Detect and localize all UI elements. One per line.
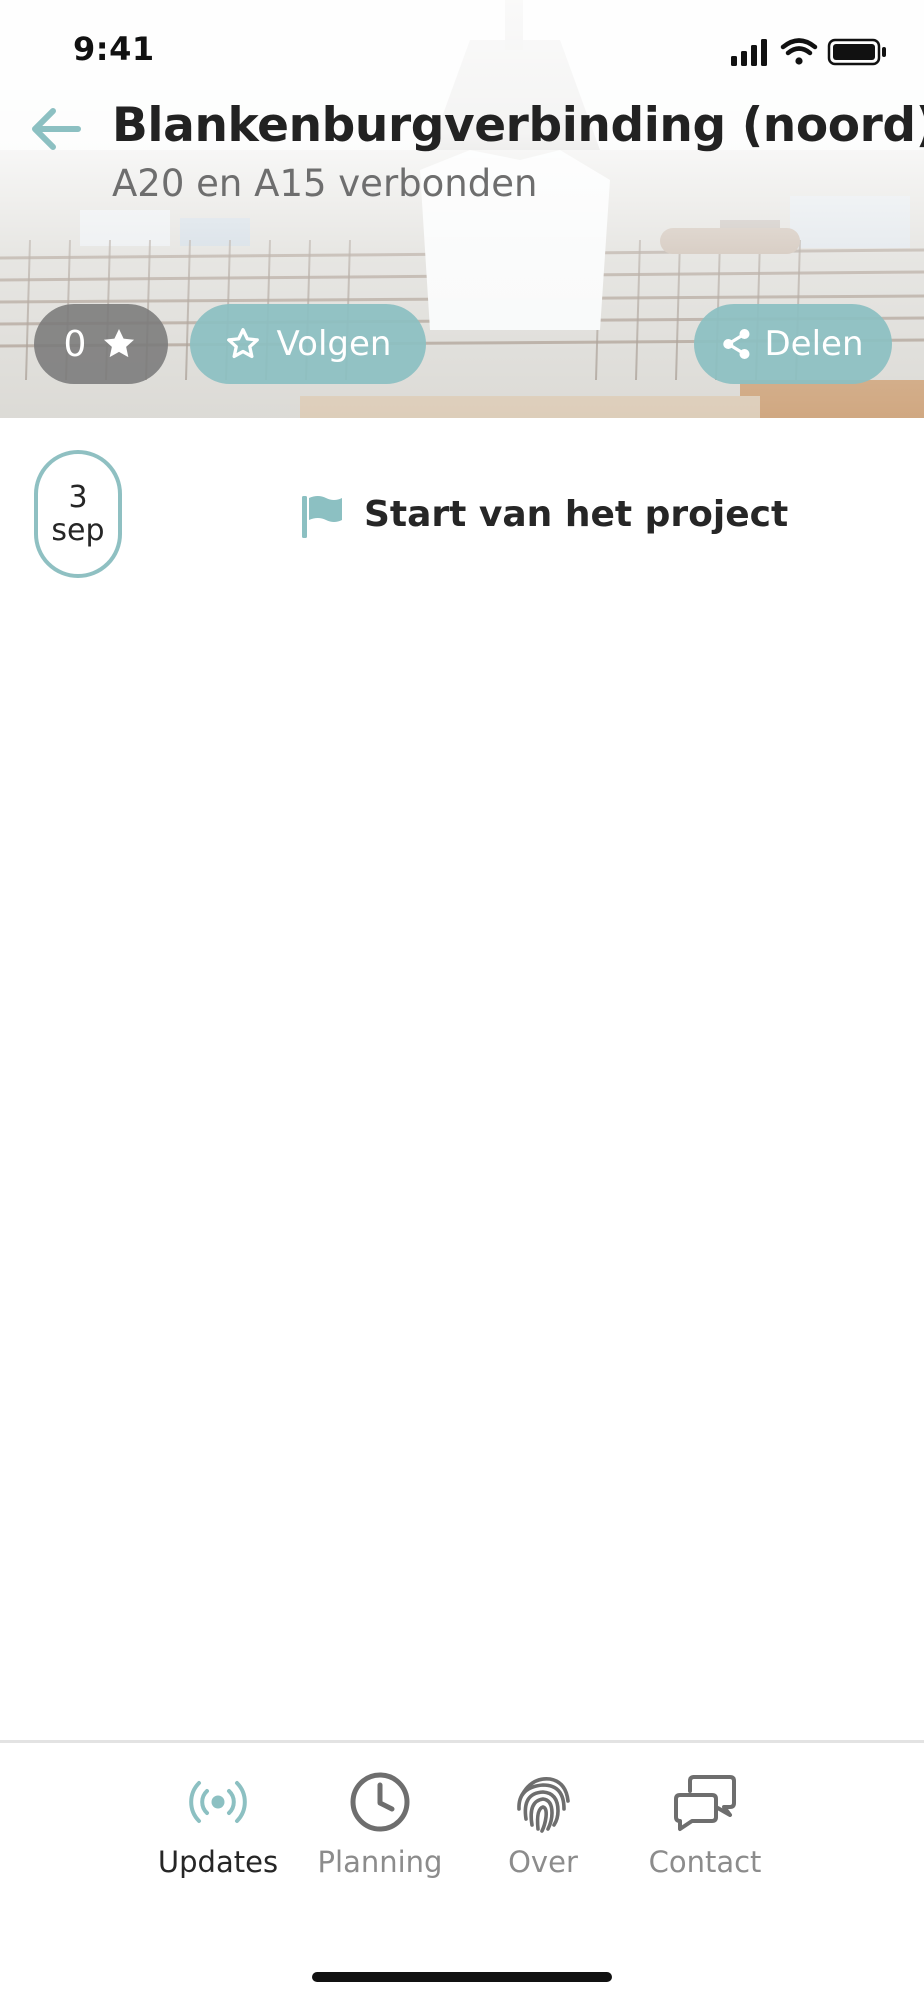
tab-planning[interactable]: Planning	[300, 1769, 460, 1909]
status-time: 9:41	[73, 30, 155, 68]
star-filled-icon	[104, 328, 135, 358]
tab-bar: Updates Planning Over Contact	[0, 1740, 924, 2000]
flag-icon	[302, 496, 342, 538]
page-subtitle: A20 en A15 verbonden	[112, 162, 538, 205]
follower-count: 0	[63, 323, 87, 365]
signal-icon	[731, 39, 767, 66]
clock-icon	[350, 1772, 410, 1832]
tab-over[interactable]: Over	[463, 1769, 623, 1909]
status-icons	[731, 36, 891, 68]
tab-over-label: Over	[508, 1845, 578, 1879]
tab-contact-label: Contact	[648, 1845, 762, 1879]
home-indicator[interactable]	[312, 1972, 612, 1982]
page-title: Blankenburgverbinding (noord)	[112, 98, 924, 153]
follower-count-badge: 0	[34, 304, 168, 384]
follow-button[interactable]: Volgen	[190, 304, 426, 384]
arrow-left-icon	[32, 108, 81, 150]
tab-updates-label: Updates	[157, 1845, 279, 1879]
share-icon	[723, 329, 750, 359]
tab-planning-label: Planning	[317, 1845, 443, 1879]
star-outline-icon	[226, 328, 259, 359]
tab-contact[interactable]: Contact	[625, 1769, 785, 1909]
date-badge: 3 sep	[34, 450, 122, 578]
broadcast-icon	[189, 1781, 247, 1823]
back-button[interactable]	[26, 100, 84, 158]
timeline-item[interactable]: 3 sep Start van het project	[0, 450, 924, 586]
date-month: sep	[51, 512, 105, 548]
follow-label: Volgen	[276, 324, 392, 364]
share-label: Delen	[764, 324, 864, 364]
timeline-item-title: Start van het project	[364, 494, 789, 535]
fingerprint-icon	[517, 1777, 570, 1833]
tab-updates[interactable]: Updates	[138, 1769, 298, 1909]
share-button[interactable]: Delen	[694, 304, 892, 384]
header-hero: 9:41 Blankenburgverbinding (noord) A20 e…	[0, 0, 924, 418]
status-bar: 9:41	[0, 0, 924, 100]
chat-bubbles-icon	[674, 1775, 736, 1831]
date-day: 3	[68, 479, 88, 515]
wifi-icon	[780, 38, 818, 65]
battery-icon	[827, 38, 886, 66]
